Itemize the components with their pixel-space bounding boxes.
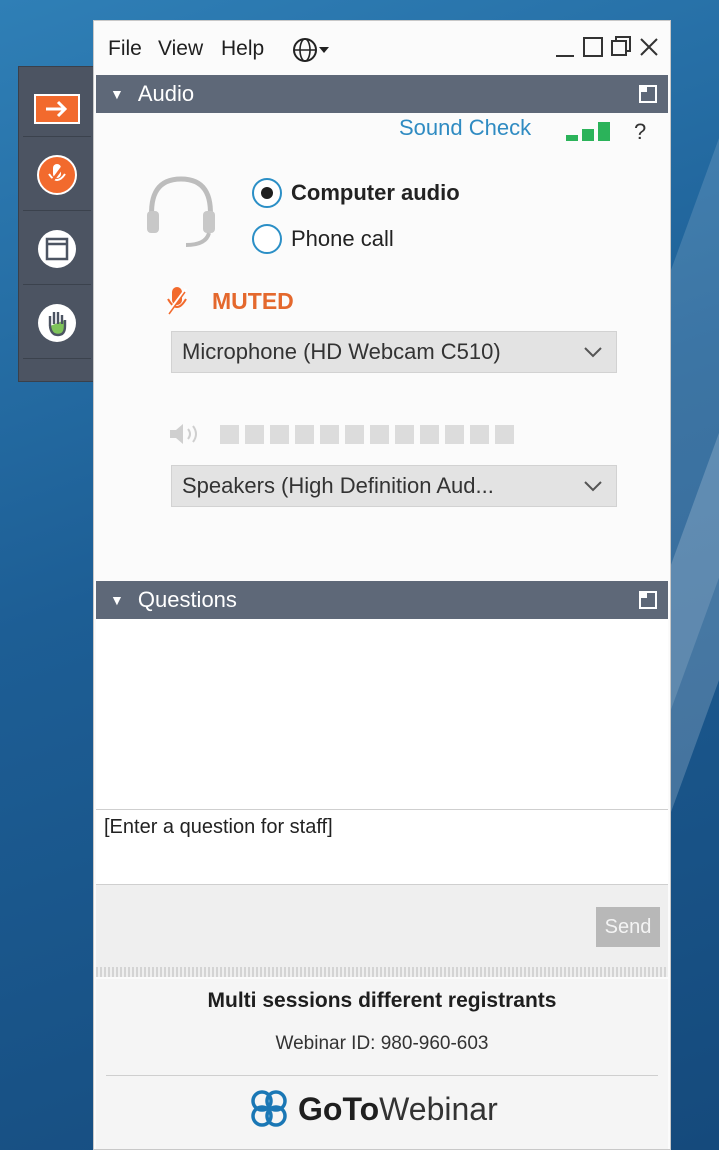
menu-help[interactable]: Help	[221, 37, 264, 61]
window-icon	[38, 229, 76, 268]
side-toolbar	[18, 66, 94, 382]
session-footer: Multi sessions different registrants Web…	[96, 979, 668, 1149]
session-title: Multi sessions different registrants	[207, 989, 557, 1012]
collapse-triangle-icon: ▼	[110, 86, 124, 102]
muted-label: MUTED	[212, 287, 294, 314]
restore-icon[interactable]	[610, 35, 632, 59]
resize-grip[interactable]	[96, 967, 668, 977]
language-menu[interactable]	[292, 37, 330, 63]
radio-unselected-indicator	[252, 224, 282, 254]
microphone-toggle-button[interactable]	[23, 139, 91, 211]
send-button[interactable]: Send	[596, 907, 660, 947]
signal-strength-icon	[566, 122, 610, 141]
audio-panel-header[interactable]: ▼ Audio	[96, 75, 668, 113]
question-input-placeholder: [Enter a question for staff]	[104, 816, 333, 838]
gotowebinar-logo-icon	[251, 1090, 287, 1127]
speakers-select-value: Speakers (High Definition Aud...	[182, 473, 494, 498]
gotowebinar-panel: File View Help ▼ Audio Sound Check ? Com…	[93, 20, 671, 1150]
speaker-level-meter	[168, 421, 514, 447]
mute-status: MUTED	[166, 285, 294, 317]
globe-icon	[293, 38, 317, 62]
webinar-id: Webinar ID: 980-960-603	[275, 1033, 489, 1054]
hand-icon	[38, 303, 76, 342]
collapse-triangle-icon: ▼	[110, 592, 124, 608]
menu-view[interactable]: View	[158, 37, 203, 61]
speakers-select[interactable]: Speakers (High Definition Aud...	[171, 465, 617, 507]
sound-check-link[interactable]: Sound Check	[399, 115, 531, 141]
microphone-select-value: Microphone (HD Webcam C510)	[182, 339, 501, 364]
footer-divider	[106, 1075, 658, 1076]
close-icon[interactable]	[638, 35, 660, 59]
chevron-down-icon	[584, 347, 602, 358]
menu-bar: File View Help	[94, 21, 670, 75]
raise-hand-button[interactable]	[23, 287, 91, 359]
phone-call-label: Phone call	[291, 226, 394, 251]
menu-file[interactable]: File	[108, 37, 142, 61]
brand-rest: Webinar	[379, 1090, 498, 1127]
screen-button[interactable]	[23, 213, 91, 285]
computer-audio-radio[interactable]: Computer audio	[252, 178, 460, 208]
chevron-down-icon	[584, 481, 602, 492]
microphone-select[interactable]: Microphone (HD Webcam C510)	[171, 331, 617, 373]
mic-muted-icon	[37, 154, 77, 195]
questions-header-label: Questions	[137, 587, 237, 612]
arrow-right-icon	[34, 93, 80, 124]
brand-bold: GoTo	[298, 1090, 380, 1127]
questions-log[interactable]	[96, 619, 668, 809]
window-controls	[554, 35, 660, 59]
popout-icon[interactable]	[638, 590, 658, 610]
audio-header-label: Audio	[137, 81, 195, 106]
popout-icon[interactable]	[638, 84, 658, 104]
phone-call-radio[interactable]: Phone call	[252, 224, 394, 254]
minimize-icon[interactable]	[554, 35, 576, 59]
audio-help-button[interactable]: ?	[634, 119, 646, 145]
questions-panel-header[interactable]: ▼ Questions	[96, 581, 668, 619]
gotowebinar-logo: GoTo Webinar	[248, 1089, 498, 1129]
computer-audio-label: Computer audio	[291, 180, 460, 205]
radio-selected-indicator	[252, 178, 282, 208]
question-actions: Send	[96, 885, 668, 977]
collapse-panel-button[interactable]	[23, 81, 91, 137]
caret-down-icon	[319, 47, 329, 53]
question-input[interactable]: [Enter a question for staff]	[96, 809, 668, 885]
level-segments	[220, 424, 514, 444]
headset-icon	[147, 176, 215, 247]
maximize-icon[interactable]	[582, 35, 604, 59]
speaker-volume-icon	[170, 424, 197, 444]
mic-muted-small-icon	[166, 287, 188, 315]
